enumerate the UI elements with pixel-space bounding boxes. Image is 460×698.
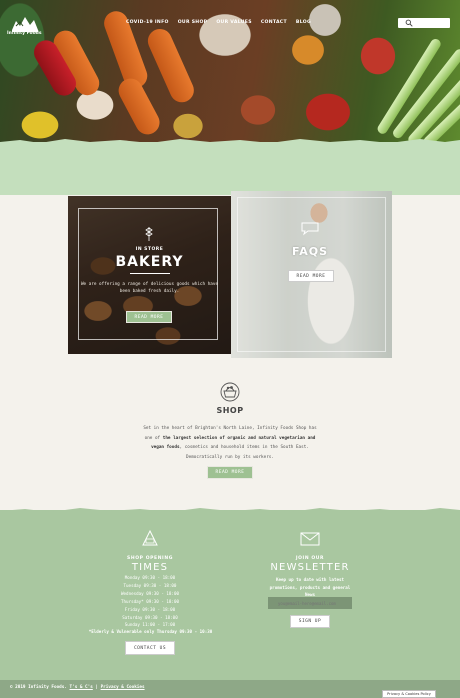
contact-us-button[interactable]: CONTACT US — [125, 641, 175, 655]
main-nav: COVID-19 INFO OUR SHOP OUR VALUES CONTAC… — [126, 20, 311, 25]
terms-link[interactable]: T's & C's — [70, 685, 93, 690]
basket-icon — [220, 382, 240, 402]
shop-description: Set in the heart of Brighton's North Lai… — [143, 426, 317, 460]
speech-bubble-icon — [301, 222, 319, 236]
newsletter-kicker: JOIN OUR — [295, 556, 325, 561]
green-band — [0, 142, 460, 195]
hours-list: Monday 09:30 - 18:00 Tuesday 09:30 - 18:… — [90, 574, 210, 629]
nav-covid-info[interactable]: COVID-19 INFO — [126, 20, 169, 25]
newsletter-title: NEWSLETTER — [270, 562, 350, 573]
copyright: © 2019 Infinity Foods. T's & C's | Priva… — [10, 685, 145, 690]
hours-row: Tuesday 09:30 - 18:00 — [123, 582, 177, 588]
hours-title: TIMES — [131, 562, 169, 573]
bakery-read-more-button[interactable]: READ MORE — [126, 311, 172, 323]
divider — [130, 273, 170, 274]
search-icon[interactable] — [405, 19, 413, 27]
torn-edge — [0, 508, 460, 516]
privacy-policy-badge[interactable]: Privacy & Cookies Policy — [382, 690, 436, 698]
faqs-title: FAQS — [292, 245, 329, 258]
nav-blog[interactable]: BLOG — [296, 20, 311, 25]
shop-sign-icon — [142, 529, 158, 546]
separator: | — [95, 685, 98, 690]
nav-our-values[interactable]: OUR VALUES — [216, 20, 252, 25]
bakery-title: BAKERY — [115, 254, 184, 270]
nav-our-shop[interactable]: OUR SHOP — [178, 20, 208, 25]
bakery-description: We are offering a range of delicious goo… — [80, 282, 219, 294]
bakery-card[interactable] — [68, 196, 231, 354]
footer-band — [0, 510, 460, 680]
hours-row: Wednesday 09:30 - 18:00 — [121, 590, 179, 596]
hours-note: *Elderly & Vulnerable only Thursday 09:3… — [88, 629, 213, 634]
hours-row: Saturday 09:30 - 18:00 — [122, 614, 178, 620]
wheat-icon — [145, 227, 153, 241]
envelope-icon — [300, 532, 320, 546]
shop-title: SHOP — [216, 406, 244, 415]
sign-up-button[interactable]: SIGN UP — [290, 615, 330, 628]
newsletter-description: Keep up to date with latest promotions, … — [269, 577, 351, 597]
hours-kicker: SHOP OPENING — [127, 556, 173, 561]
torn-edge — [0, 139, 460, 148]
brand-name[interactable]: Infinity Foods — [7, 31, 42, 36]
copyright-text: © 2019 Infinity Foods. — [10, 685, 67, 690]
hours-row: Monday 09:30 - 18:00 — [124, 575, 176, 580]
shop-read-more-button[interactable]: READ MORE — [207, 466, 253, 479]
hours-row: Friday 09:30 - 18:00 — [124, 606, 176, 612]
privacy-link[interactable]: Privacy & Cookies — [101, 685, 145, 690]
nav-contact[interactable]: CONTACT — [261, 20, 287, 25]
email-field[interactable] — [268, 597, 352, 609]
carrot — [144, 25, 198, 107]
carrot — [114, 74, 164, 139]
faqs-read-more-button[interactable]: READ MORE — [288, 270, 334, 282]
hours-row: Thursday* 09:30 - 18:00 — [121, 598, 179, 604]
bakery-kicker: IN STORE — [135, 247, 164, 252]
